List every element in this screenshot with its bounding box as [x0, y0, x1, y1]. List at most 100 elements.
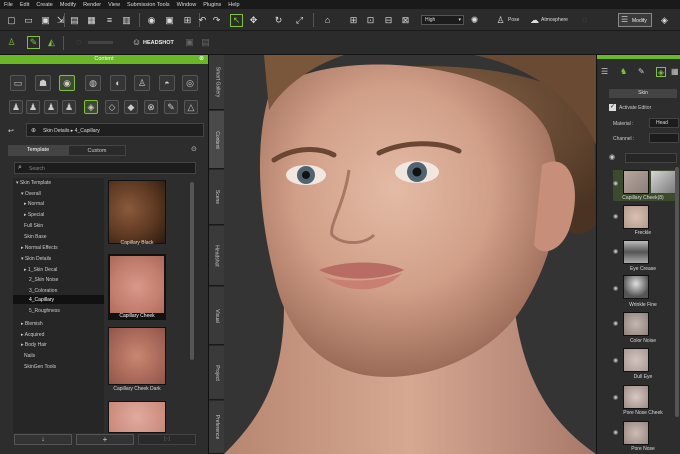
thumbnail-capillary-cheek-dark[interactable] [108, 327, 166, 385]
visibility-eye-icon[interactable]: ◉ [613, 357, 618, 364]
document-icon[interactable]: ▤ [68, 14, 81, 27]
pose-icon[interactable]: ♙ [494, 14, 507, 27]
visibility-eye-icon[interactable]: ◉ [613, 213, 618, 220]
modify-button[interactable]: ☰ Modify [618, 13, 652, 27]
warning-icon[interactable]: △ [184, 100, 198, 114]
tree-item[interactable]: ▸ Normal Effects [21, 245, 58, 251]
thumbnail-capillary-cheek[interactable] [108, 254, 166, 320]
tree-item[interactable]: 5_Roughness [29, 308, 60, 314]
eye-icon[interactable]: ◉ [609, 153, 615, 161]
close-icon[interactable]: ⊗ [199, 55, 204, 64]
morph-icon-3[interactable]: ♟ [44, 100, 58, 114]
thumbnail-skin[interactable] [108, 401, 166, 433]
tab-project[interactable]: Project [209, 346, 225, 400]
visibility-eye-icon[interactable]: ◉ [613, 394, 618, 401]
skin-icon[interactable]: ◉ [59, 75, 75, 91]
render-icon[interactable]: ◉ [145, 14, 158, 27]
save-icon[interactable]: ▣ [39, 14, 52, 27]
headshot-label[interactable]: HEADSHOT [143, 40, 174, 46]
visibility-eye-icon[interactable]: ◉ [613, 248, 618, 255]
tree-item[interactable]: Full Skin [24, 223, 43, 229]
view-grid-icon[interactable]: ⊞ [347, 14, 360, 27]
menu-submission-tools[interactable]: Submission Tools [127, 2, 170, 8]
morph-icon-2[interactable]: ♟ [26, 100, 40, 114]
tree-item[interactable]: ▸ Acquired [21, 332, 44, 338]
skin-edit-icon[interactable]: ✎ [27, 36, 40, 49]
view-split-icon[interactable]: ⊟ [382, 14, 395, 27]
tab-custom[interactable]: Custom [68, 145, 126, 156]
tree-item[interactable]: Nails [24, 353, 35, 359]
skin-section-header[interactable]: Skin [609, 89, 677, 98]
sun-icon[interactable]: ✺ [468, 14, 481, 27]
tree-item[interactable]: 3_Coloration [29, 288, 57, 294]
folder-icon[interactable]: ▭ [10, 75, 26, 91]
visibility-eye-icon[interactable]: ◉ [613, 180, 618, 187]
makeup-icon[interactable]: ◍ [85, 75, 101, 91]
sliders-icon[interactable]: ☰ [601, 67, 608, 76]
tree-item[interactable]: SkinGen Tools [24, 364, 56, 370]
body-icon[interactable]: ♙ [134, 75, 150, 91]
tab-headshot[interactable]: Headshot [209, 226, 225, 286]
collapse-icon[interactable]: ⊙ [191, 145, 197, 153]
layer-scrollbar[interactable] [675, 167, 679, 417]
motion-icon[interactable]: ◈ [658, 14, 671, 27]
view-fit-icon[interactable]: ⊠ [399, 14, 412, 27]
layout-icon[interactable]: ▥ [120, 14, 133, 27]
menu-create[interactable]: Create [36, 2, 53, 8]
content-scrollbar[interactable] [190, 182, 194, 360]
menu-modify[interactable]: Modify [60, 2, 76, 8]
texture-icon-2[interactable]: ◆ [124, 100, 138, 114]
skin-detail-icon[interactable]: ◈ [84, 100, 98, 114]
morph-icon-4[interactable]: ♟ [62, 100, 76, 114]
head-icon[interactable]: ◓ [159, 75, 175, 91]
brush-icon[interactable]: ✎ [164, 100, 178, 114]
menu-plugins[interactable]: Plugins [203, 2, 221, 8]
menu-help[interactable]: Help [228, 2, 239, 8]
morph-icon-1[interactable]: ♟ [9, 100, 23, 114]
new-file-icon[interactable]: ▢ [5, 14, 18, 27]
tab-visual[interactable]: Visual [209, 287, 225, 345]
visibility-eye-icon[interactable]: ◉ [613, 320, 618, 327]
grid-icon[interactable]: ▦ [85, 14, 98, 27]
tree-item[interactable]: ▾ Overall [21, 191, 41, 197]
tree-item[interactable]: ▾ Skin Details [21, 256, 51, 262]
tree-item[interactable]: 2_Skin Noise [29, 277, 58, 283]
tree-item[interactable]: Skin Base [24, 234, 47, 240]
hair-icon[interactable]: ◐ [110, 75, 126, 91]
tree-item[interactable]: ▾ Skin Template [16, 180, 51, 186]
visibility-eye-icon[interactable]: ◉ [613, 285, 618, 292]
redo-icon[interactable]: ↷ [210, 14, 223, 27]
headshot-icon[interactable]: ☺ [130, 36, 143, 49]
tree-item[interactable]: ▸ Body Hair [21, 342, 47, 348]
camera-icon[interactable]: ▣ [163, 14, 176, 27]
select-icon[interactable]: ↖ [230, 14, 243, 27]
thumbnail-capillary-black[interactable] [108, 180, 166, 244]
breadcrumb[interactable]: ⊕ Skin Details ▸ 4_Capillary [26, 123, 204, 137]
tab-preference[interactable]: Preference [209, 401, 225, 454]
visibility-eye-icon[interactable]: ◉ [613, 429, 618, 436]
tab-template[interactable]: Template [8, 145, 68, 156]
atmosphere-label[interactable]: Atmosphere [541, 17, 568, 23]
back-arrow-icon[interactable]: ↩ [8, 127, 14, 135]
home-icon[interactable]: ⌂ [321, 14, 334, 27]
search-input[interactable]: ⌕ Search [14, 162, 196, 174]
material-grid-icon[interactable]: ▦ [671, 67, 679, 76]
eye-shape-icon[interactable]: ◎ [182, 75, 198, 91]
menu-window[interactable]: Window [177, 2, 197, 8]
open-folder-icon[interactable]: ▭ [22, 14, 35, 27]
tree-item[interactable]: ▸ Special [24, 212, 44, 218]
channel-select[interactable] [649, 133, 679, 143]
list-icon[interactable]: ≡ [103, 14, 116, 27]
menu-render[interactable]: Render [83, 2, 101, 8]
texture-icon-1[interactable]: ◇ [105, 100, 119, 114]
character-tool-icon[interactable]: ♙ [5, 36, 18, 49]
menu-file[interactable]: File [4, 2, 13, 8]
add-button[interactable]: + [76, 434, 134, 445]
3d-viewport[interactable] [224, 55, 596, 454]
tab-scene[interactable]: Scene [209, 170, 225, 225]
quality-select[interactable]: High ▾ [421, 15, 464, 25]
tab-content[interactable]: Content [209, 111, 225, 169]
sculpt-icon[interactable]: ◭ [45, 36, 58, 49]
view-frame-icon[interactable]: ⊡ [364, 14, 377, 27]
scale-icon[interactable]: ⤢ [293, 14, 306, 27]
